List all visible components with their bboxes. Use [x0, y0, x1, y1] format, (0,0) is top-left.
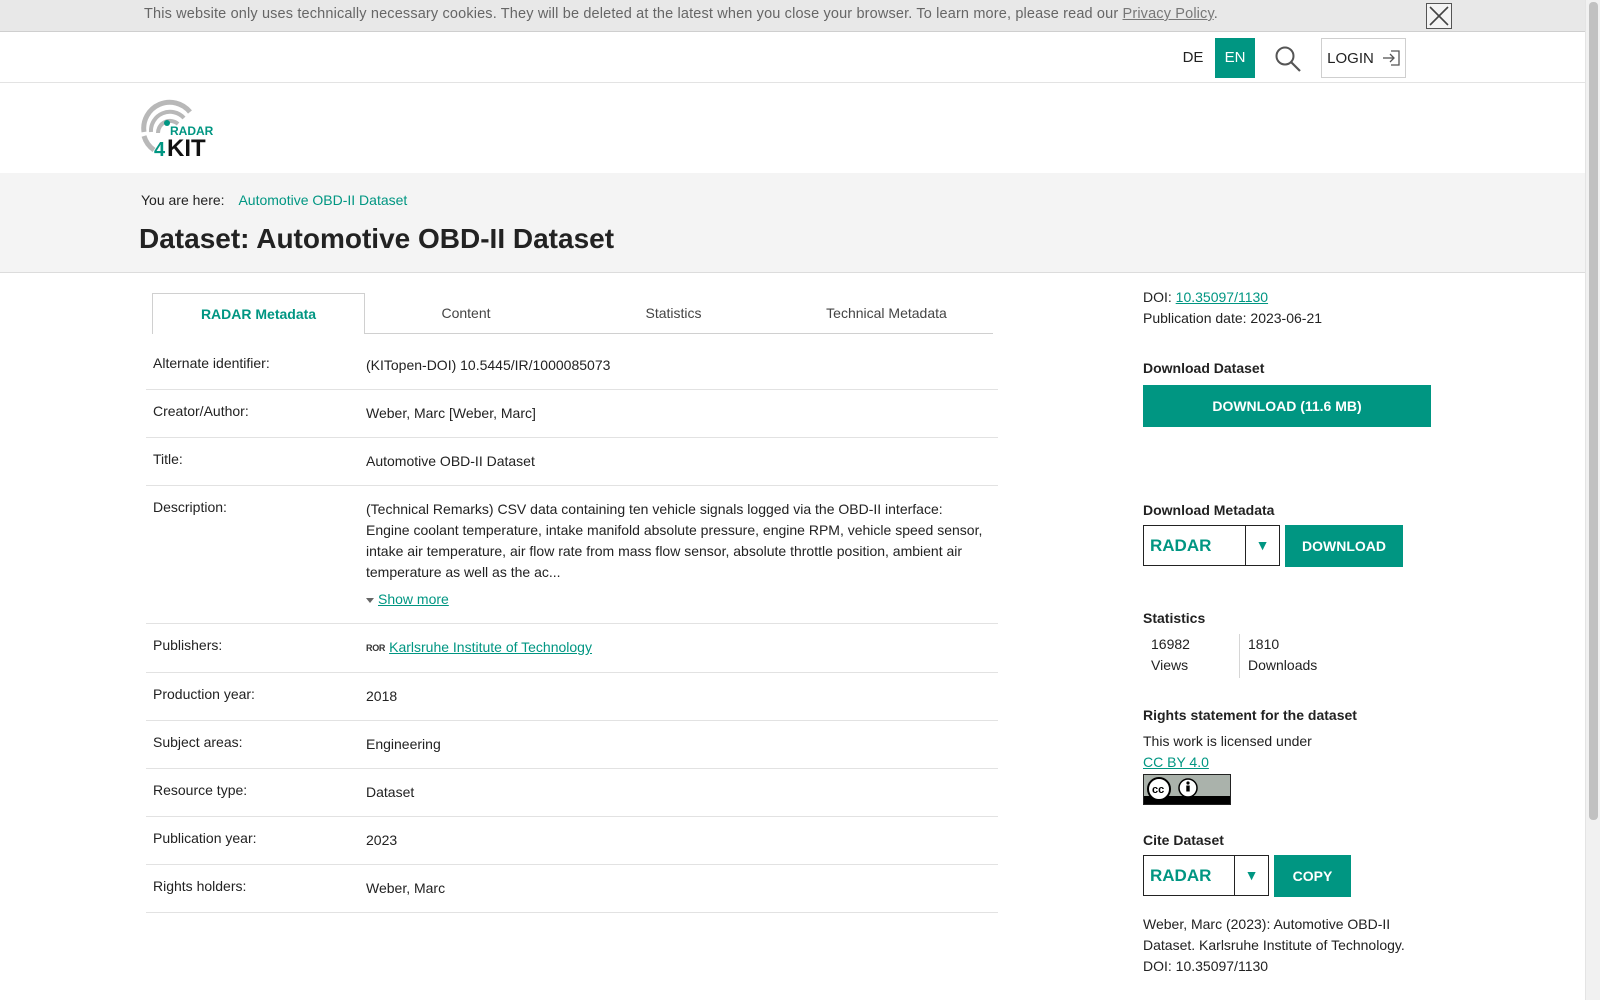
language-en-button[interactable]: EN [1215, 38, 1255, 78]
select-value: RADAR [1150, 866, 1212, 885]
breadcrumb: You are here: Automotive OBD-II Dataset [141, 192, 407, 208]
row-value: Engineering [366, 736, 441, 752]
close-icon [1429, 6, 1449, 26]
metadata-format-select[interactable]: RADAR ▼ [1143, 525, 1280, 566]
login-label: LOGIN [1327, 49, 1374, 67]
chevron-down-icon: ▼ [1245, 526, 1279, 565]
metadata-tabs: RADAR Metadata Content Statistics Techni… [152, 293, 993, 334]
table-row: Subject areas: Engineering [146, 721, 998, 769]
search-icon[interactable] [1274, 45, 1302, 73]
rights-heading: Rights statement for the dataset [1143, 707, 1357, 723]
privacy-policy-link[interactable]: Privacy Policy [1123, 6, 1214, 22]
tab-statistics[interactable]: Statistics [567, 293, 780, 334]
table-row: Publishers: ROR Karlsruhe Institute of Te… [146, 624, 998, 673]
show-more-toggle[interactable]: Show more [366, 589, 986, 610]
row-label: Alternate identifier: [153, 355, 270, 371]
table-row: Production year: 2018 [146, 673, 998, 721]
logo-4-text: 4 [154, 139, 166, 161]
ror-icon: ROR [366, 643, 386, 653]
chevron-down-icon: ▼ [1234, 856, 1268, 895]
login-button[interactable]: LOGIN [1321, 38, 1406, 78]
table-row: Description: (Technical Remarks) CSV dat… [146, 486, 998, 624]
license-link[interactable]: CC BY 4.0 [1143, 754, 1209, 770]
download-metadata-button[interactable]: DOWNLOAD [1285, 525, 1403, 567]
cookie-period: . [1213, 6, 1218, 22]
cookie-banner: This website only uses technically neces… [0, 0, 1585, 32]
row-value: 2023 [366, 832, 398, 848]
top-navigation: DE EN LOGIN [0, 33, 1585, 83]
show-more-link[interactable]: Show more [378, 591, 449, 607]
views-label: Views [1151, 657, 1189, 673]
download-dataset-button[interactable]: DOWNLOAD (11.6 MB) [1143, 385, 1431, 427]
row-value: (KITopen-DOI) 10.5445/IR/1000085073 [366, 357, 611, 373]
row-label: Publishers: [153, 637, 223, 653]
doi-link[interactable]: 10.35097/1130 [1176, 289, 1268, 305]
statistics-heading: Statistics [1143, 610, 1206, 626]
row-label: Publication year: [153, 830, 257, 846]
doi-label: DOI: [1143, 289, 1176, 305]
table-row: Publication year: 2023 [146, 817, 998, 865]
breadcrumb-prefix: You are here: [141, 192, 225, 208]
publication-date: Publication date: 2023-06-21 [1143, 310, 1323, 326]
row-value: (Technical Remarks) CSV data containing … [366, 486, 986, 623]
row-label: Resource type: [153, 782, 248, 798]
cookie-text: This website only uses technically neces… [144, 6, 1218, 22]
metadata-table: Alternate identifier: (KITopen-DOI) 10.5… [146, 342, 998, 913]
cc-by-icon: cc [1144, 777, 1230, 804]
table-row: Creator/Author: Weber, Marc [Weber, Marc… [146, 390, 998, 438]
logo-band: RADAR 4 KIT [0, 84, 1585, 173]
caret-down-icon [366, 597, 374, 603]
row-value: Weber, Marc [Weber, Marc] [366, 405, 536, 421]
cite-heading: Cite Dataset [1143, 832, 1224, 848]
scrollbar-thumb[interactable] [1589, 2, 1598, 820]
row-label: Creator/Author: [153, 403, 249, 419]
table-row: Resource type: Dataset [146, 769, 998, 817]
row-label: Description: [153, 499, 227, 515]
description-text: (Technical Remarks) CSV data containing … [366, 501, 983, 580]
table-row: Rights holders: Weber, Marc [146, 865, 998, 913]
license-text: This work is licensed under [1143, 733, 1312, 749]
row-value: Automotive OBD-II Dataset [366, 453, 535, 469]
radar4kit-logo[interactable]: RADAR 4 KIT [140, 98, 220, 162]
citation-format-select[interactable]: RADAR ▼ [1143, 855, 1269, 896]
downloads-stat: 1810 Downloads [1239, 634, 1359, 678]
cc-by-badge[interactable]: cc [1143, 774, 1231, 805]
select-value: RADAR [1150, 536, 1212, 555]
citation-text: Weber, Marc (2023): Automotive OBD-II Da… [1143, 916, 1405, 974]
views-stat: 16982 Views [1143, 634, 1239, 678]
row-label: Rights holders: [153, 878, 247, 894]
views-count: 16982 [1151, 636, 1190, 652]
downloads-label: Downloads [1248, 657, 1318, 673]
cookie-message: This website only uses technically neces… [144, 6, 1123, 22]
publisher-link[interactable]: Karlsruhe Institute of Technology [389, 639, 592, 655]
download-metadata-heading: Download Metadata [1143, 502, 1275, 518]
tab-technical-metadata[interactable]: Technical Metadata [780, 293, 993, 334]
page-scrollbar[interactable] [1585, 0, 1600, 1000]
row-value: ROR Karlsruhe Institute of Technology [366, 624, 986, 672]
row-value: 2018 [366, 688, 398, 704]
table-row: Title: Automotive OBD-II Dataset [146, 438, 998, 486]
svg-text:cc: cc [1152, 784, 1164, 796]
row-value: Weber, Marc [366, 880, 446, 896]
language-de-button[interactable]: DE [1176, 38, 1210, 78]
page-header-band: You are here: Automotive OBD-II Dataset … [0, 173, 1585, 273]
doi-line: DOI: 10.35097/1130 [1143, 289, 1268, 305]
page-title: Dataset: Automotive OBD-II Dataset [139, 223, 615, 254]
tab-radar-metadata[interactable]: RADAR Metadata [152, 293, 365, 334]
row-value: Dataset [366, 784, 415, 800]
copy-citation-button[interactable]: COPY [1274, 855, 1351, 897]
logo-kit-text: KIT [167, 135, 206, 162]
downloads-count: 1810 [1248, 636, 1280, 652]
breadcrumb-current[interactable]: Automotive OBD-II Dataset [238, 192, 407, 208]
cookie-close-button[interactable] [1426, 3, 1452, 29]
row-label: Subject areas: [153, 734, 243, 750]
table-row: Alternate identifier: (KITopen-DOI) 10.5… [146, 342, 998, 390]
statistics-grid: 16982 Views 1810 Downloads [1143, 634, 1403, 678]
download-dataset-heading: Download Dataset [1143, 360, 1265, 376]
row-label: Title: [153, 451, 183, 467]
row-label: Production year: [153, 686, 255, 702]
login-icon [1382, 50, 1400, 66]
tab-content[interactable]: Content [365, 293, 567, 334]
